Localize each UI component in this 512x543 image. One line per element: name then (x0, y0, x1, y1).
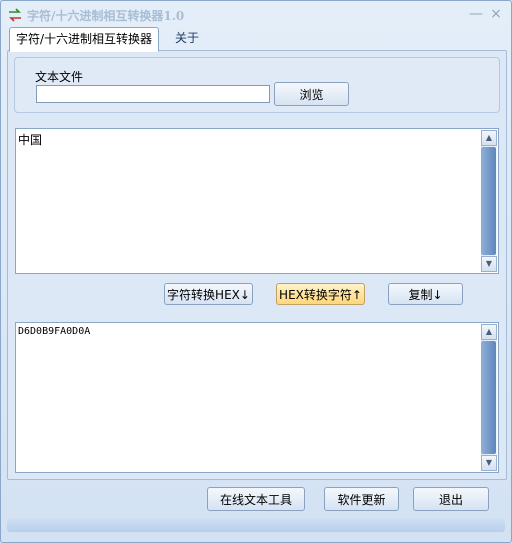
title-bar: 字符/十六进制相互转换器1.0 — × (1, 1, 511, 29)
scroll-up-icon[interactable]: ▲ (481, 324, 497, 340)
output-text: D6D0B9FA0D0A (18, 326, 91, 337)
minimize-button[interactable]: — (467, 5, 485, 23)
window-title: 字符/十六进制相互转换器1.0 (27, 9, 185, 23)
input-text: 中国 (18, 133, 43, 147)
file-group: 文本文件 浏览 (14, 57, 500, 113)
copy-button[interactable]: 复制↓ (388, 283, 463, 305)
scroll-thumb[interactable] (481, 147, 496, 255)
app-window: 字符/十六进制相互转换器1.0 — × 字符/十六进制相互转换器 关于 文本文件… (0, 0, 512, 543)
output-scrollbar[interactable]: ▲ ▼ (481, 324, 497, 471)
software-update-button[interactable]: 软件更新 (324, 487, 399, 511)
close-button[interactable]: × (487, 5, 505, 23)
file-group-label: 文本文件 (35, 70, 84, 84)
file-path-input[interactable] (36, 85, 270, 103)
online-text-tool-button[interactable]: 在线文本工具 (207, 487, 305, 511)
scroll-up-icon[interactable]: ▲ (481, 130, 497, 146)
status-bar (7, 518, 505, 532)
exit-button[interactable]: 退出 (413, 487, 489, 511)
tab-panel: 文本文件 浏览 中国 ▲ ▼ 字符转换HEX↓ HEX转换字符↑ 复制↓ D6D… (7, 50, 507, 480)
scroll-down-icon[interactable]: ▼ (481, 256, 497, 272)
convert-arrows-icon (7, 7, 23, 23)
tab-converter[interactable]: 字符/十六进制相互转换器 (9, 27, 160, 52)
scroll-down-icon[interactable]: ▼ (481, 455, 497, 471)
hex-to-char-button[interactable]: HEX转换字符↑ (276, 283, 365, 305)
input-scrollbar[interactable]: ▲ ▼ (481, 130, 497, 272)
output-text-area[interactable]: D6D0B9FA0D0A ▲ ▼ (15, 322, 499, 473)
browse-button[interactable]: 浏览 (274, 82, 349, 106)
input-text-area[interactable]: 中国 ▲ ▼ (15, 128, 499, 274)
char-to-hex-button[interactable]: 字符转换HEX↓ (164, 283, 253, 305)
tab-about[interactable]: 关于 (169, 27, 205, 50)
scroll-thumb[interactable] (481, 341, 496, 454)
